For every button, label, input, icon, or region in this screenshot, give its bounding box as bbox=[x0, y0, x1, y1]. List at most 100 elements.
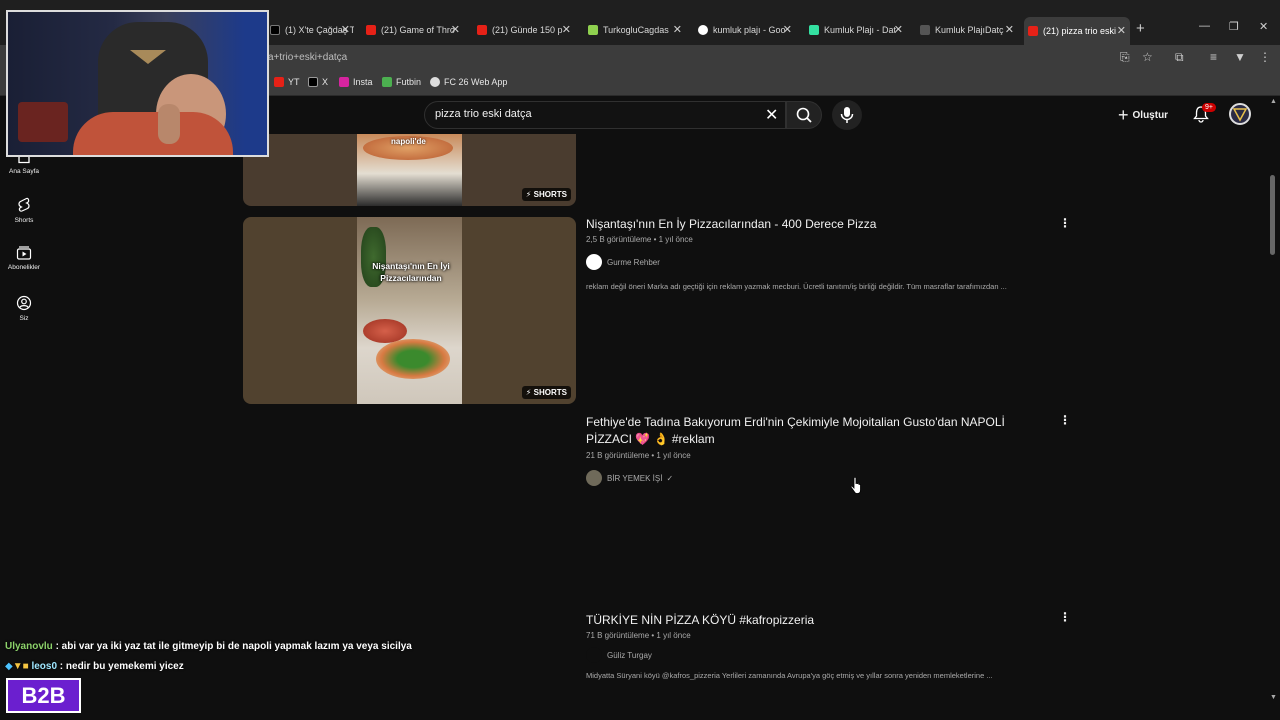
close-icon[interactable]: ✕ bbox=[1117, 24, 1126, 37]
web-icon bbox=[920, 25, 930, 35]
video-meta: 71 B görüntüleme • 1 yıl önce bbox=[586, 631, 691, 640]
chat-username: leos0 bbox=[31, 661, 58, 672]
close-icon[interactable]: ✕ bbox=[562, 23, 571, 36]
video-thumbnail-short[interactable]: Nişantaşı'nın En İyi Pizzacılarından ⚡ S… bbox=[243, 217, 576, 404]
shorts-badge: ⚡ SHORTS bbox=[521, 188, 571, 201]
shorts-icon: ⚡ bbox=[525, 190, 532, 199]
mouse-cursor-icon bbox=[850, 477, 861, 494]
media-controls-icon[interactable]: ≡ bbox=[1210, 50, 1217, 64]
instagram-icon bbox=[339, 77, 349, 87]
search-input[interactable]: pizza trio eski datça ✕ bbox=[424, 101, 786, 129]
video-title-line2[interactable]: PİZZACI 💖 👌 #reklam bbox=[586, 431, 715, 448]
youtube-icon bbox=[366, 25, 376, 35]
scroll-down-arrow-icon[interactable]: ▼ bbox=[1270, 694, 1277, 701]
bookmark-insta[interactable]: Insta bbox=[339, 77, 373, 87]
badge-icon: ◆ bbox=[5, 661, 13, 672]
page-scrollbar[interactable] bbox=[1270, 175, 1275, 255]
menu-icon[interactable]: ⋮ bbox=[1259, 50, 1271, 64]
tab-turkoglu[interactable]: TurkogluCagdas ✕ bbox=[584, 19, 686, 41]
user-avatar[interactable] bbox=[1229, 103, 1251, 125]
bookmark-star-icon[interactable]: ☆ bbox=[1142, 50, 1153, 64]
sidebar-item-you[interactable]: Siz bbox=[0, 295, 48, 322]
globe-icon bbox=[430, 77, 440, 87]
tab-x[interactable]: (1) X'te Çağdaş Tu ✕ bbox=[266, 19, 354, 41]
restore-icon[interactable]: ❐ bbox=[1229, 20, 1239, 33]
url-field[interactable]: a+trio+eski+datça bbox=[262, 48, 1108, 68]
video-meta: 21 B görüntüleme • 1 yıl önce bbox=[586, 451, 691, 460]
sidebar-item-subscriptions[interactable]: Abonelikler bbox=[0, 246, 48, 271]
voice-search-button[interactable] bbox=[832, 100, 862, 130]
close-icon[interactable]: ✕ bbox=[451, 23, 460, 36]
badge-icon: ■ bbox=[22, 661, 29, 672]
video-thumbnail-short[interactable]: napoli'de ⚡ SHORTS bbox=[243, 134, 576, 206]
google-icon bbox=[698, 25, 708, 35]
shorts-icon bbox=[18, 197, 30, 212]
badge-icon: ▼ bbox=[12, 661, 23, 672]
more-options-icon[interactable]: ⋮ bbox=[1059, 413, 1071, 427]
avatar-emblem-icon bbox=[1232, 108, 1248, 122]
bookmark-label: FC 26 Web App bbox=[444, 77, 508, 87]
tab-youtube-got[interactable]: (21) Game of Thro ✕ bbox=[362, 19, 464, 41]
new-tab-button[interactable]: + bbox=[1136, 20, 1145, 37]
bookmark-fc26[interactable]: FC 26 Web App bbox=[430, 77, 507, 87]
chat-message: Ulyanovlu : abi var ya iki yaz tat ile g… bbox=[5, 641, 412, 652]
tab-label: Kumluk Plajı - Dat bbox=[824, 25, 897, 35]
streamer-webcam bbox=[6, 10, 269, 157]
window-close-icon[interactable]: ✕ bbox=[1259, 20, 1268, 33]
microphone-icon bbox=[840, 107, 854, 123]
video-description: reklam değil öneri Marka adı geçtiği içi… bbox=[586, 282, 1007, 291]
x-icon bbox=[270, 25, 280, 35]
channel-link[interactable]: Gurme Rehber bbox=[586, 254, 660, 270]
extensions-icon[interactable]: ⧉ bbox=[1175, 50, 1184, 65]
close-icon[interactable]: ✕ bbox=[341, 23, 350, 36]
video-title[interactable]: Nişantaşı'nın En İy Pizzacılarından - 40… bbox=[586, 216, 876, 233]
tab-label: (21) pizza trio eski bbox=[1043, 26, 1117, 36]
close-icon[interactable]: ✕ bbox=[783, 23, 792, 36]
bookmark-yt[interactable]: YT bbox=[274, 77, 300, 87]
tab-youtube-gunde[interactable]: (21) Günde 150 p ✕ bbox=[473, 19, 575, 41]
x-icon bbox=[308, 77, 318, 87]
search-query[interactable]: pizza trio eski datça bbox=[435, 108, 532, 120]
tab-google-kumluk[interactable]: kumluk plajı - Goo ✕ bbox=[694, 19, 796, 41]
install-app-icon[interactable]: ⎘ bbox=[1120, 50, 1130, 65]
clear-search-icon[interactable]: ✕ bbox=[765, 105, 778, 125]
more-options-icon[interactable]: ⋮ bbox=[1059, 216, 1071, 230]
futbin-icon bbox=[382, 77, 392, 87]
sidebar-label: Ana Sayfa bbox=[9, 168, 39, 175]
close-icon[interactable]: ✕ bbox=[1005, 23, 1014, 36]
search-button[interactable] bbox=[786, 101, 822, 129]
video-description: Midyatta Süryani köyü @kafros_pizzeria Y… bbox=[586, 671, 993, 680]
tab-tripadvisor[interactable]: Kumluk Plajı - Dat ✕ bbox=[805, 19, 907, 41]
channel-logo: B2B bbox=[6, 678, 81, 713]
chat-text: : abi var ya iki yaz tat ile gitmeyip bi… bbox=[55, 641, 412, 652]
subscriptions-icon bbox=[16, 246, 32, 260]
tab-label: kumluk plajı - Goo bbox=[713, 25, 786, 35]
shorts-icon: ⚡ bbox=[525, 388, 532, 397]
video-meta: 2,5 B görüntüleme • 1 yıl önce bbox=[586, 235, 693, 244]
channel-avatar bbox=[586, 470, 602, 486]
more-options-icon[interactable]: ⋮ bbox=[1059, 610, 1071, 624]
channel-link[interactable]: Güliz Turgay bbox=[586, 647, 652, 663]
streamer-shirt bbox=[73, 112, 233, 155]
tab-youtube-pizza-active[interactable]: (21) pizza trio eski ✕ bbox=[1024, 17, 1130, 45]
channel-name: Gurme Rehber bbox=[607, 257, 660, 267]
bookmark-x[interactable]: X bbox=[308, 77, 328, 87]
chat-username: Ulyanovlu bbox=[5, 641, 53, 652]
close-icon[interactable]: ✕ bbox=[894, 23, 903, 36]
create-label: Oluştur bbox=[1132, 110, 1169, 121]
sidebar-label: Abonelikler bbox=[7, 264, 41, 271]
bookmark-futbin[interactable]: Futbin bbox=[382, 77, 421, 87]
profile-icon[interactable]: ▼ bbox=[1234, 50, 1246, 64]
pizza-image bbox=[376, 339, 450, 379]
scroll-up-arrow-icon[interactable]: ▲ bbox=[1270, 98, 1277, 105]
you-icon bbox=[16, 295, 32, 311]
chat-text: : nedir bu yemekemi yicez bbox=[59, 661, 184, 672]
video-title-line1[interactable]: Fethiye'de Tadına Bakıyorum Erdi'nin Çek… bbox=[586, 414, 1005, 431]
close-icon[interactable]: ✕ bbox=[673, 23, 682, 36]
minimize-icon[interactable]: — bbox=[1199, 20, 1210, 32]
channel-link[interactable]: BİR YEMEK İŞİ ✓ bbox=[586, 470, 673, 486]
sidebar-item-shorts[interactable]: Shorts bbox=[0, 197, 48, 224]
create-button[interactable]: + Oluştur bbox=[1118, 105, 1168, 126]
tab-kumluk-datca[interactable]: Kumluk PlajıDatç ✕ bbox=[916, 19, 1018, 41]
video-title[interactable]: TÜRKİYE NİN PİZZA KÖYÜ #kafropizzeria bbox=[586, 612, 814, 629]
